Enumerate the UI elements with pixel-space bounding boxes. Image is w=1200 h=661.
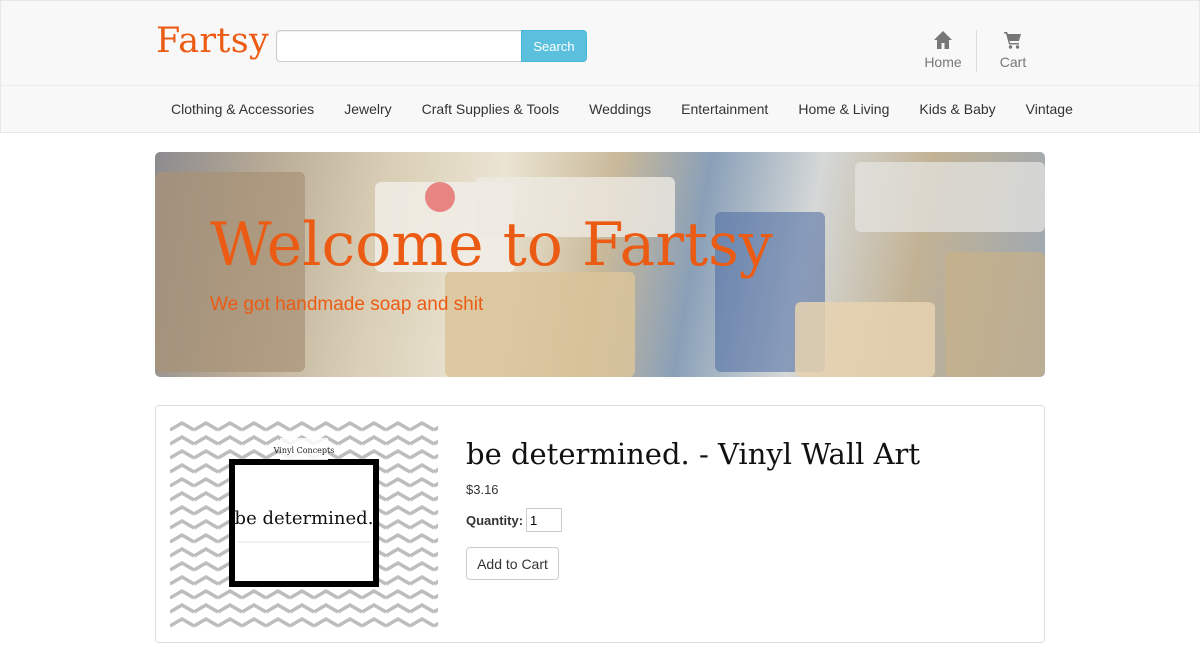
category-weddings[interactable]: Weddings [574,86,666,132]
nav-home-link[interactable]: Home [913,29,973,70]
category-kids-baby[interactable]: Kids & Baby [904,86,1010,132]
hero-title: Welcome to Fartsy [210,210,773,280]
search-input[interactable] [276,30,523,62]
hero-soap-shape [945,252,1045,377]
product-price: $3.16 [466,482,499,497]
nav-divider [976,30,977,72]
top-navbar: Fartsy Search Home Cart [0,0,1200,86]
category-list: Clothing & Accessories Jewelry Craft Sup… [156,86,1073,132]
nav-cart-link[interactable]: Cart [983,29,1043,70]
product-image[interactable]: Vinyl Concepts be determined. [170,420,438,628]
hero-soap-shape [855,162,1045,232]
search-button[interactable]: Search [521,30,587,62]
product-image-logo: Vinyl Concepts [273,446,335,455]
hero-soap-shape [445,272,635,377]
product-card: Vinyl Concepts be determined. be determi… [155,405,1045,643]
hero-soap-shape [795,302,935,377]
product-title: be determined. - Vinyl Wall Art [466,437,921,471]
nav-home-label: Home [924,54,962,70]
category-craft-supplies-tools[interactable]: Craft Supplies & Tools [407,86,574,132]
quantity-input[interactable] [526,508,562,532]
add-to-cart-button[interactable]: Add to Cart [466,547,559,580]
cart-icon [983,29,1043,51]
category-nav: Clothing & Accessories Jewelry Craft Sup… [0,85,1200,133]
category-jewelry[interactable]: Jewelry [329,86,406,132]
hero-soap-shape [425,182,455,212]
category-home-living[interactable]: Home & Living [783,86,904,132]
nav-cart-label: Cart [999,54,1027,70]
product-image-text: be determined. [235,508,374,529]
hero-banner: Welcome to Fartsy We got handmade soap a… [155,152,1045,377]
category-vintage[interactable]: Vintage [1011,86,1088,132]
home-icon [913,29,973,51]
quantity-label: Quantity: [466,513,524,528]
brand-logo[interactable]: Fartsy [156,21,269,61]
category-entertainment[interactable]: Entertainment [666,86,783,132]
hero-subtitle: We got handmade soap and shit [210,294,484,315]
category-clothing-accessories[interactable]: Clothing & Accessories [156,86,329,132]
